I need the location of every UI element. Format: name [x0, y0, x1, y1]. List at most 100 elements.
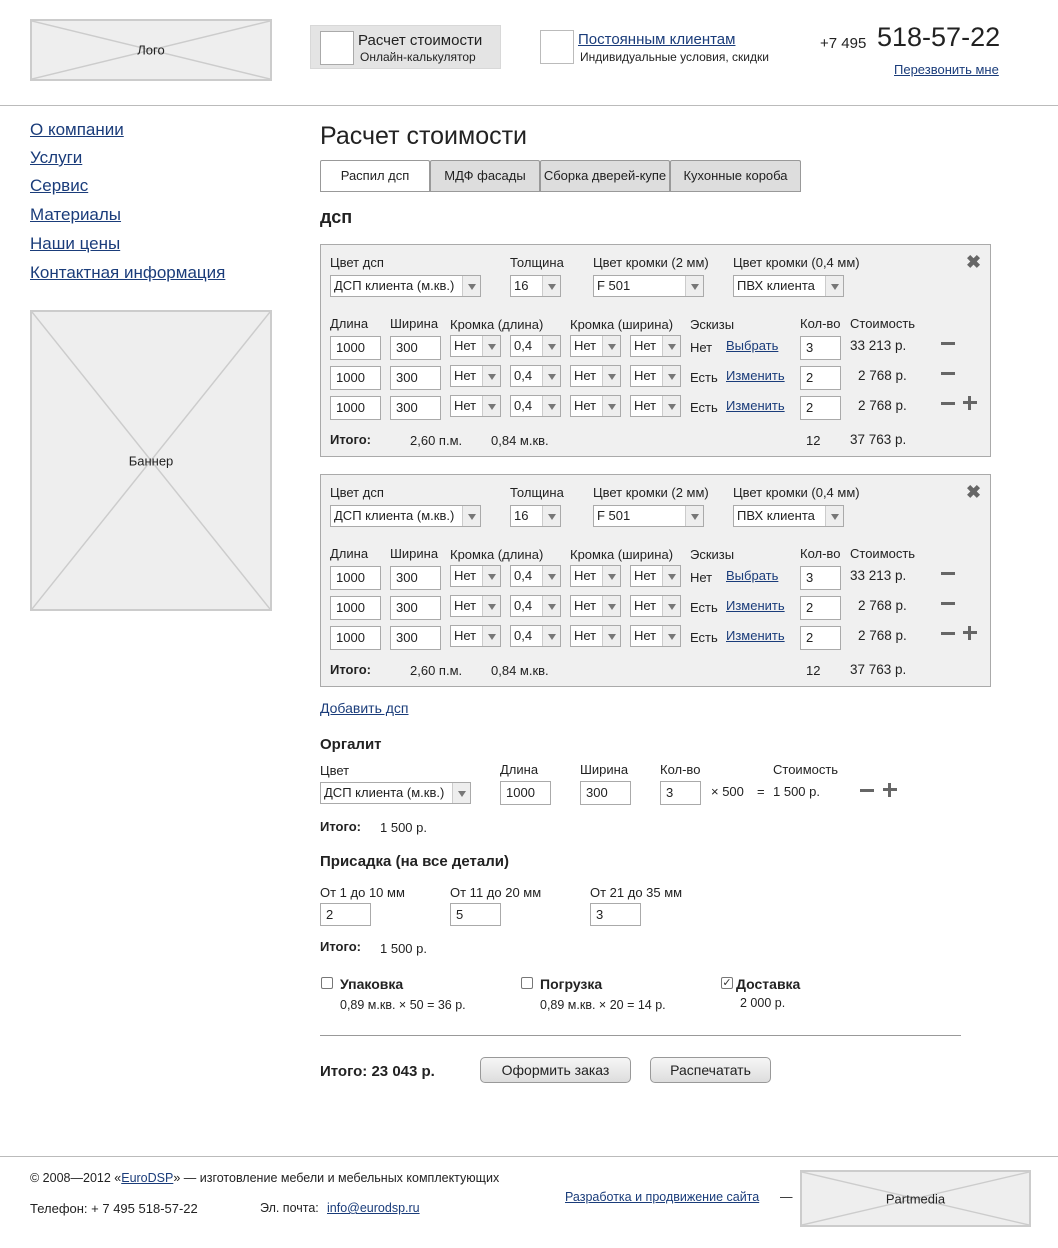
edge-length-select-2[interactable]: 0,4 [510, 625, 561, 647]
edge-width-select-1[interactable]: Нет [570, 565, 621, 587]
tab-doors[interactable]: Сборка дверей-купе [540, 160, 670, 192]
nav-prices[interactable]: Наши цены [30, 234, 120, 254]
edge-2mm-select[interactable]: F 501 [593, 275, 704, 297]
delivery-checkbox[interactable]: ✓ [721, 977, 733, 989]
tab-raspil[interactable]: Распил дсп [320, 160, 430, 192]
width-input[interactable]: 300 [390, 626, 441, 650]
edge-length-select-2[interactable]: 0,4 [510, 395, 561, 417]
edge-length-select-1[interactable]: Нет [450, 395, 501, 417]
edge-length-select-1[interactable]: Нет [450, 335, 501, 357]
color-select[interactable]: ДСП клиента (м.кв.) [330, 275, 481, 297]
length-input[interactable]: 1000 [330, 336, 381, 360]
nav-about[interactable]: О компании [30, 120, 124, 140]
width-input[interactable]: 300 [390, 566, 441, 590]
banner[interactable]: Баннер [30, 310, 272, 611]
width-input[interactable]: 300 [390, 596, 441, 620]
edge-2mm-select[interactable]: F 501 [593, 505, 704, 527]
calc-block[interactable]: Расчет стоимости Онлайн-калькулятор [310, 25, 501, 69]
nav-materials[interactable]: Материалы [30, 205, 121, 225]
width-input[interactable]: 300 [390, 336, 441, 360]
close-icon[interactable]: ✖ [966, 253, 981, 271]
load-checkbox[interactable] [521, 977, 533, 989]
edge-width-select-1[interactable]: Нет [570, 365, 621, 387]
orgalit-length-input[interactable]: 1000 [500, 781, 551, 805]
edge-length-select-2[interactable]: 0,4 [510, 595, 561, 617]
qty-input[interactable]: 2 [800, 366, 841, 390]
edge-width-select-1[interactable]: Нет [570, 335, 621, 357]
plus-icon[interactable] [883, 783, 897, 797]
edge-length-select-2[interactable]: 0,4 [510, 365, 561, 387]
edge-04mm-select[interactable]: ПВХ клиента [733, 505, 844, 527]
clients-link[interactable]: Постоянным клиентам [578, 31, 735, 48]
close-icon[interactable]: ✖ [966, 483, 981, 501]
width-input[interactable]: 300 [390, 396, 441, 420]
edge-width-select-2[interactable]: Нет [630, 395, 681, 417]
developer-link[interactable]: Разработка и продвижение сайта [565, 1190, 759, 1204]
length-input[interactable]: 1000 [330, 596, 381, 620]
minus-icon[interactable] [941, 342, 955, 345]
edge-length-select-1[interactable]: Нет [450, 625, 501, 647]
sketch-link[interactable]: Выбрать [726, 338, 778, 353]
minus-icon[interactable] [941, 372, 955, 375]
partner-logo[interactable]: Partmedia [800, 1170, 1031, 1227]
order-button[interactable]: Оформить заказ [480, 1057, 631, 1083]
thickness-select[interactable]: 16 [510, 505, 561, 527]
edge-length-select-1[interactable]: Нет [450, 565, 501, 587]
plus-icon[interactable] [963, 626, 977, 640]
eurodsp-link[interactable]: EuroDSP [121, 1171, 173, 1185]
print-button[interactable]: Распечатать [650, 1057, 771, 1083]
edge-width-select-2[interactable]: Нет [630, 565, 681, 587]
sketch-link[interactable]: Выбрать [726, 568, 778, 583]
width-input[interactable]: 300 [390, 366, 441, 390]
callback-link[interactable]: Перезвонить мне [894, 62, 999, 77]
orgalit-width-input[interactable]: 300 [580, 781, 631, 805]
length-input[interactable]: 1000 [330, 626, 381, 650]
prisadka-input-1[interactable]: 2 [320, 903, 371, 926]
sketch-link[interactable]: Изменить [726, 598, 785, 613]
minus-icon[interactable] [941, 632, 955, 635]
nav-services[interactable]: Услуги [30, 148, 82, 168]
tab-mdf[interactable]: МДФ фасады [430, 160, 540, 192]
edge-length-select-1[interactable]: Нет [450, 595, 501, 617]
length-input[interactable]: 1000 [330, 566, 381, 590]
edge-width-select-1[interactable]: Нет [570, 595, 621, 617]
edge-width-select-2[interactable]: Нет [630, 625, 681, 647]
orgalit-color-select[interactable]: ДСП клиента (м.кв.) [320, 782, 471, 804]
sketch-link[interactable]: Изменить [726, 398, 785, 413]
orgalit-qty-input[interactable]: 3 [660, 781, 701, 805]
logo[interactable]: Лого [30, 19, 272, 81]
qty-input[interactable]: 2 [800, 396, 841, 420]
add-dsp-link[interactable]: Добавить дсп [320, 700, 409, 716]
color-select[interactable]: ДСП клиента (м.кв.) [330, 505, 481, 527]
plus-icon[interactable] [963, 396, 977, 410]
sketch-link[interactable]: Изменить [726, 368, 785, 383]
edge-length-select-2[interactable]: 0,4 [510, 335, 561, 357]
footer-email-link[interactable]: info@eurodsp.ru [327, 1201, 420, 1215]
edge-04mm-select[interactable]: ПВХ клиента [733, 275, 844, 297]
sketch-link[interactable]: Изменить [726, 628, 785, 643]
edge-width-select-2[interactable]: Нет [630, 365, 681, 387]
length-input[interactable]: 1000 [330, 396, 381, 420]
nav-contacts[interactable]: Контактная информация [30, 263, 225, 283]
edge-length-select-2[interactable]: 0,4 [510, 565, 561, 587]
edge-length-select-1[interactable]: Нет [450, 365, 501, 387]
prisadka-input-3[interactable]: 3 [590, 903, 641, 926]
nav-service[interactable]: Сервис [30, 176, 88, 196]
tab-kitchen[interactable]: Кухонные короба [670, 160, 801, 192]
edge-width-select-2[interactable]: Нет [630, 595, 681, 617]
edge-width-select-1[interactable]: Нет [570, 625, 621, 647]
qty-input[interactable]: 3 [800, 566, 841, 590]
qty-input[interactable]: 3 [800, 336, 841, 360]
prisadka-input-2[interactable]: 5 [450, 903, 501, 926]
minus-icon[interactable] [941, 402, 955, 405]
minus-icon[interactable] [860, 789, 874, 792]
qty-input[interactable]: 2 [800, 596, 841, 620]
qty-input[interactable]: 2 [800, 626, 841, 650]
edge-width-select-2[interactable]: Нет [630, 335, 681, 357]
minus-icon[interactable] [941, 572, 955, 575]
pack-checkbox[interactable] [321, 977, 333, 989]
edge-width-select-1[interactable]: Нет [570, 395, 621, 417]
thickness-select[interactable]: 16 [510, 275, 561, 297]
minus-icon[interactable] [941, 602, 955, 605]
length-input[interactable]: 1000 [330, 366, 381, 390]
